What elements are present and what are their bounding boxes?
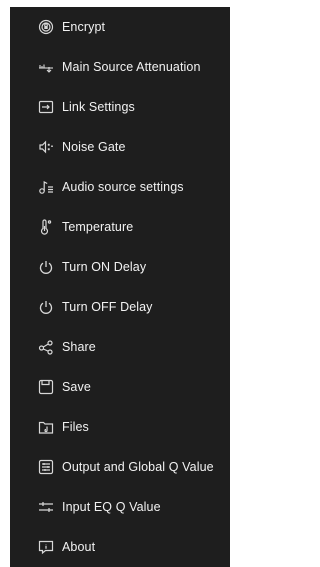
output-q-icon xyxy=(38,459,54,475)
audio-source-icon xyxy=(38,179,54,195)
menu-item-link-settings[interactable]: Link Settings xyxy=(10,87,230,127)
menu-item-turn-on-delay[interactable]: Turn ON Delay xyxy=(10,247,230,287)
menu-item-label: Noise Gate xyxy=(62,140,126,154)
about-icon xyxy=(38,539,54,555)
menu-item-encrypt[interactable]: Encrypt xyxy=(10,7,230,47)
menu-item-label: Output and Global Q Value xyxy=(62,460,214,474)
share-icon xyxy=(38,339,54,355)
menu-item-label: Temperature xyxy=(62,220,134,234)
menu-item-noise-gate[interactable]: Noise Gate xyxy=(10,127,230,167)
menu-item-audio-source-settings[interactable]: Audio source settings xyxy=(10,167,230,207)
encrypt-icon xyxy=(38,19,54,35)
menu-item-label: About xyxy=(62,540,96,554)
menu-item-label: Turn OFF Delay xyxy=(62,300,153,314)
menu-item-main-source-attenuation[interactable]: Main Source Attenuation xyxy=(10,47,230,87)
menu-item-temperature[interactable]: Temperature xyxy=(10,207,230,247)
menu-item-input-eq-q[interactable]: Input EQ Q Value xyxy=(10,487,230,527)
link-settings-icon xyxy=(38,99,54,115)
noise-gate-icon xyxy=(38,139,54,155)
menu-item-label: Encrypt xyxy=(62,20,106,34)
side-menu: Encrypt Main Source Attenuation Link Set… xyxy=(10,7,230,567)
menu-item-files[interactable]: Files xyxy=(10,407,230,447)
temperature-icon xyxy=(38,219,54,235)
input-eq-icon xyxy=(38,499,54,515)
menu-item-label: Main Source Attenuation xyxy=(62,60,201,74)
attenuation-icon xyxy=(38,59,54,75)
menu-item-about[interactable]: About xyxy=(10,527,230,567)
menu-item-share[interactable]: Share xyxy=(10,327,230,367)
menu-item-label: Turn ON Delay xyxy=(62,260,147,274)
menu-item-output-global-q[interactable]: Output and Global Q Value xyxy=(10,447,230,487)
menu-item-label: Share xyxy=(62,340,96,354)
power-icon xyxy=(38,259,54,275)
menu-item-label: Audio source settings xyxy=(62,180,184,194)
power-icon xyxy=(38,299,54,315)
menu-item-label: Link Settings xyxy=(62,100,135,114)
save-icon xyxy=(38,379,54,395)
menu-item-label: Input EQ Q Value xyxy=(62,500,161,514)
menu-item-label: Files xyxy=(62,420,89,434)
menu-item-save[interactable]: Save xyxy=(10,367,230,407)
menu-item-label: Save xyxy=(62,380,91,394)
menu-item-turn-off-delay[interactable]: Turn OFF Delay xyxy=(10,287,230,327)
files-icon xyxy=(38,419,54,435)
